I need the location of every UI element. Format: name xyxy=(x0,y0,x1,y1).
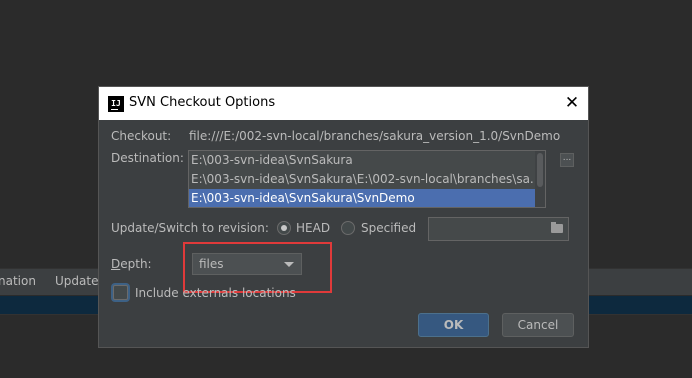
destination-list-item-selected[interactable]: E:\003-svn-idea\SvnSakura\SvnDemo xyxy=(189,189,545,207)
dialog-title: SVN Checkout Options xyxy=(129,95,276,110)
checkout-label: Checkout: xyxy=(111,129,172,143)
destination-list[interactable]: E:\003-svn-idea\SvnSakura E:\003-svn-ide… xyxy=(188,150,546,208)
ok-button[interactable]: OK xyxy=(418,313,489,337)
destination-list-item[interactable]: E:\003-svn-idea\SvnSakura\E:\002-svn-loc… xyxy=(189,170,545,189)
depth-selected-value: files xyxy=(199,257,224,271)
include-externals-checkbox[interactable] xyxy=(113,285,128,300)
intellij-app-icon: IJ xyxy=(108,96,124,112)
scrollbar-thumb[interactable] xyxy=(537,153,543,187)
revision-label: Update/Switch to revision: xyxy=(111,221,269,235)
specified-radio[interactable] xyxy=(341,221,355,235)
dialog-titlebar[interactable]: IJ SVN Checkout Options ✕ xyxy=(99,87,588,120)
chevron-down-icon xyxy=(284,262,294,267)
folder-icon[interactable] xyxy=(551,222,563,233)
revision-input[interactable] xyxy=(428,217,569,241)
background-menu-item[interactable]: Update xyxy=(55,274,98,288)
destination-list-item[interactable]: E:\003-svn-idea\SvnSakura xyxy=(189,151,545,170)
svn-checkout-options-dialog: IJ SVN Checkout Options ✕ Checkout: file… xyxy=(98,86,589,348)
background-menu-item[interactable]: nation xyxy=(0,274,36,288)
checkout-url: file:///E:/002-svn-local/branches/sakura… xyxy=(189,129,561,143)
head-radio[interactable] xyxy=(277,221,291,235)
depth-label: Depth: xyxy=(111,257,152,271)
specified-radio-label[interactable]: Specified xyxy=(361,221,416,235)
cancel-button[interactable]: Cancel xyxy=(502,313,574,337)
close-icon[interactable]: ✕ xyxy=(560,91,584,115)
head-radio-label[interactable]: HEAD xyxy=(296,221,330,235)
destination-label: Destination: xyxy=(111,151,184,165)
depth-label-mnemonic: D xyxy=(111,257,121,271)
destination-scrollbar[interactable] xyxy=(535,151,545,207)
depth-label-text: epth: xyxy=(120,257,152,271)
include-externals-label[interactable]: Include externals locations xyxy=(135,286,296,300)
browse-button[interactable]: ... xyxy=(560,153,574,167)
depth-dropdown[interactable]: files xyxy=(192,253,302,275)
